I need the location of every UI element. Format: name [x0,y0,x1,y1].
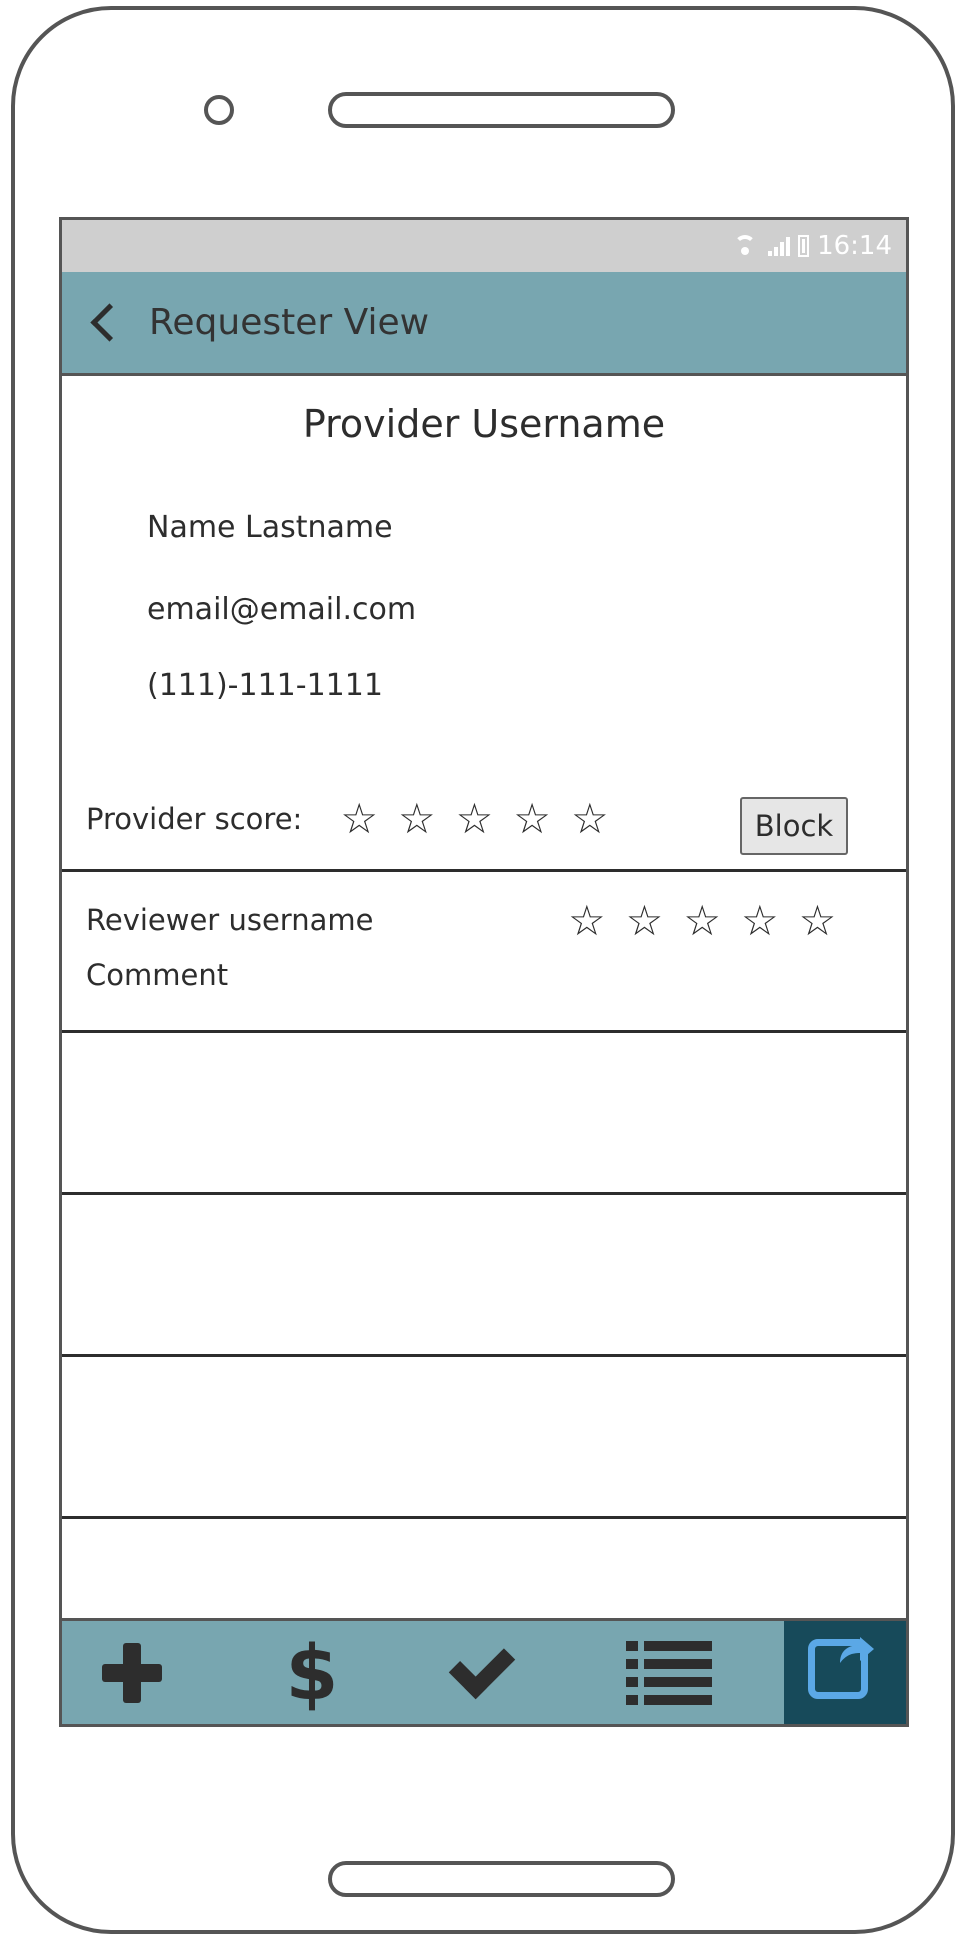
provider-phone: (111)-111-1111 [147,668,383,703]
review-comment: Comment [86,958,229,992]
camera-icon [204,95,234,125]
star-icon[interactable]: ☆ [340,798,378,840]
reviewer-username: Reviewer username [86,903,374,937]
star-icon: ☆ [683,896,721,945]
star-icon: ☆ [625,896,664,945]
star-icon: ☆ [568,896,606,945]
plus-icon [97,1638,167,1708]
home-button[interactable] [328,1861,675,1897]
divider [62,869,906,872]
nav-payment-button[interactable]: $ [262,1621,362,1724]
review-stars: ☆ ☆ ☆ ☆ ☆ [568,900,836,942]
divider [62,1030,906,1033]
check-icon [448,1632,516,1699]
provider-score-label: Provider score: [86,802,303,836]
list-icon [626,1640,712,1705]
provider-score-stars[interactable]: ☆ ☆ ☆ ☆ ☆ [340,798,608,840]
speaker-grille [328,92,675,128]
block-button[interactable]: Block [740,797,848,855]
signal-icon [768,236,791,256]
nav-done-button[interactable] [432,1621,532,1724]
divider [62,1192,906,1195]
app-bar: Requester View [62,272,906,376]
provider-score-row: Provider score: ☆ ☆ ☆ ☆ ☆ [86,798,609,840]
chevron-left-icon[interactable] [90,303,129,342]
provider-username: Provider Username [302,402,666,446]
star-icon[interactable]: ☆ [398,798,436,840]
wifi-icon [732,235,760,257]
status-bar: 16:14 [62,220,906,272]
dollar-icon: $ [285,1627,339,1717]
battery-icon [798,235,810,257]
nav-list-button[interactable] [609,1621,729,1724]
nav-add-button[interactable] [82,1621,182,1724]
star-icon: ☆ [740,896,779,945]
star-icon: ☆ [798,896,837,945]
provider-email: email@email.com [147,592,417,627]
screen: 16:14 Requester View Provider Username N… [59,217,909,1727]
divider [62,1354,906,1357]
star-icon[interactable]: ☆ [571,798,609,840]
bottom-nav: $ [62,1618,906,1724]
app-title: Requester View [149,302,430,343]
star-icon[interactable]: ☆ [456,798,494,840]
status-time: 16:14 [817,231,892,261]
share-arrow-icon [840,1637,874,1663]
divider [62,1516,906,1519]
provider-name: Name Lastname [147,510,393,545]
star-icon[interactable]: ☆ [513,798,551,840]
nav-share-button[interactable] [784,1621,906,1724]
